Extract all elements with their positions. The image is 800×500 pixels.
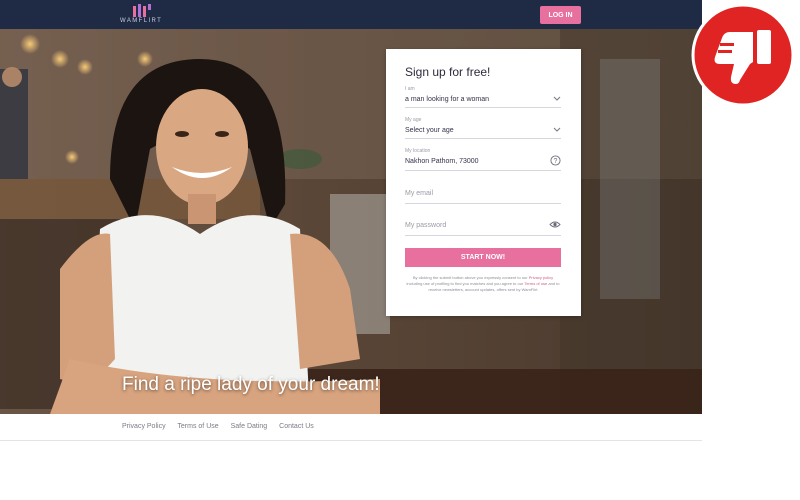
svg-text:?: ? xyxy=(554,158,558,165)
footer-link-contact-us[interactable]: Contact Us xyxy=(279,423,314,430)
hero-headline: Find a ripe lady of your dream! xyxy=(122,374,380,395)
chevron-down-icon xyxy=(553,127,561,132)
password-placeholder: My password xyxy=(405,222,447,229)
logo-mark-icon xyxy=(133,4,151,17)
terms-of-use-link[interactable]: Terms of use xyxy=(524,281,547,286)
footer-link-privacy-policy[interactable]: Privacy Policy xyxy=(122,423,166,430)
start-now-button[interactable]: START NOW! xyxy=(405,248,561,267)
wamflirt-logo[interactable]: WAMFLIRT xyxy=(118,4,168,26)
age-value: Select your age xyxy=(405,127,454,134)
location-value: Nakhon Pathom, 73000 xyxy=(405,158,479,165)
logo-text: WAMFLIRT xyxy=(120,18,163,24)
footer-link-safe-dating[interactable]: Safe Dating xyxy=(231,423,268,430)
age-label: My age xyxy=(405,117,422,123)
help-icon[interactable]: ? xyxy=(550,155,561,166)
chevron-down-icon xyxy=(553,96,561,101)
i-am-label: I am xyxy=(405,86,415,92)
hero-photo xyxy=(0,29,702,414)
top-navbar: WAMFLIRT LOG IN xyxy=(0,0,702,29)
legal-consent-text: By clicking the submit button above you … xyxy=(405,275,561,293)
email-placeholder: My email xyxy=(405,190,434,197)
email-field[interactable]: My email xyxy=(405,185,561,204)
footer-link-terms-of-use[interactable]: Terms of Use xyxy=(177,423,218,430)
login-button[interactable]: LOG IN xyxy=(540,6,581,24)
location-field[interactable]: My location Nakhon Pathom, 73000 ? xyxy=(405,148,561,171)
footer-links: Privacy Policy Terms of Use Safe Dating … xyxy=(122,423,324,430)
location-label: My location xyxy=(405,148,431,154)
hero-section: Find a ripe lady of your dream! xyxy=(0,29,702,414)
footer: Privacy Policy Terms of Use Safe Dating … xyxy=(0,414,702,441)
i-am-select[interactable]: I am a man looking for a woman xyxy=(405,86,561,108)
thumbs-down-icon xyxy=(691,3,795,107)
password-field[interactable]: My password xyxy=(405,217,561,236)
i-am-value: a man looking for a woman xyxy=(405,96,490,103)
signup-form: Sign up for free! I am a man looking for… xyxy=(386,49,581,316)
signup-title: Sign up for free! xyxy=(405,65,491,79)
eye-icon[interactable] xyxy=(549,220,561,229)
privacy-policy-link[interactable]: Privacy policy xyxy=(529,275,553,280)
age-select[interactable]: My age Select your age xyxy=(405,117,561,139)
legal-text-part2: including use of profiling to find you m… xyxy=(406,281,524,286)
legal-text-part1: By clicking the submit button above you … xyxy=(412,275,528,280)
